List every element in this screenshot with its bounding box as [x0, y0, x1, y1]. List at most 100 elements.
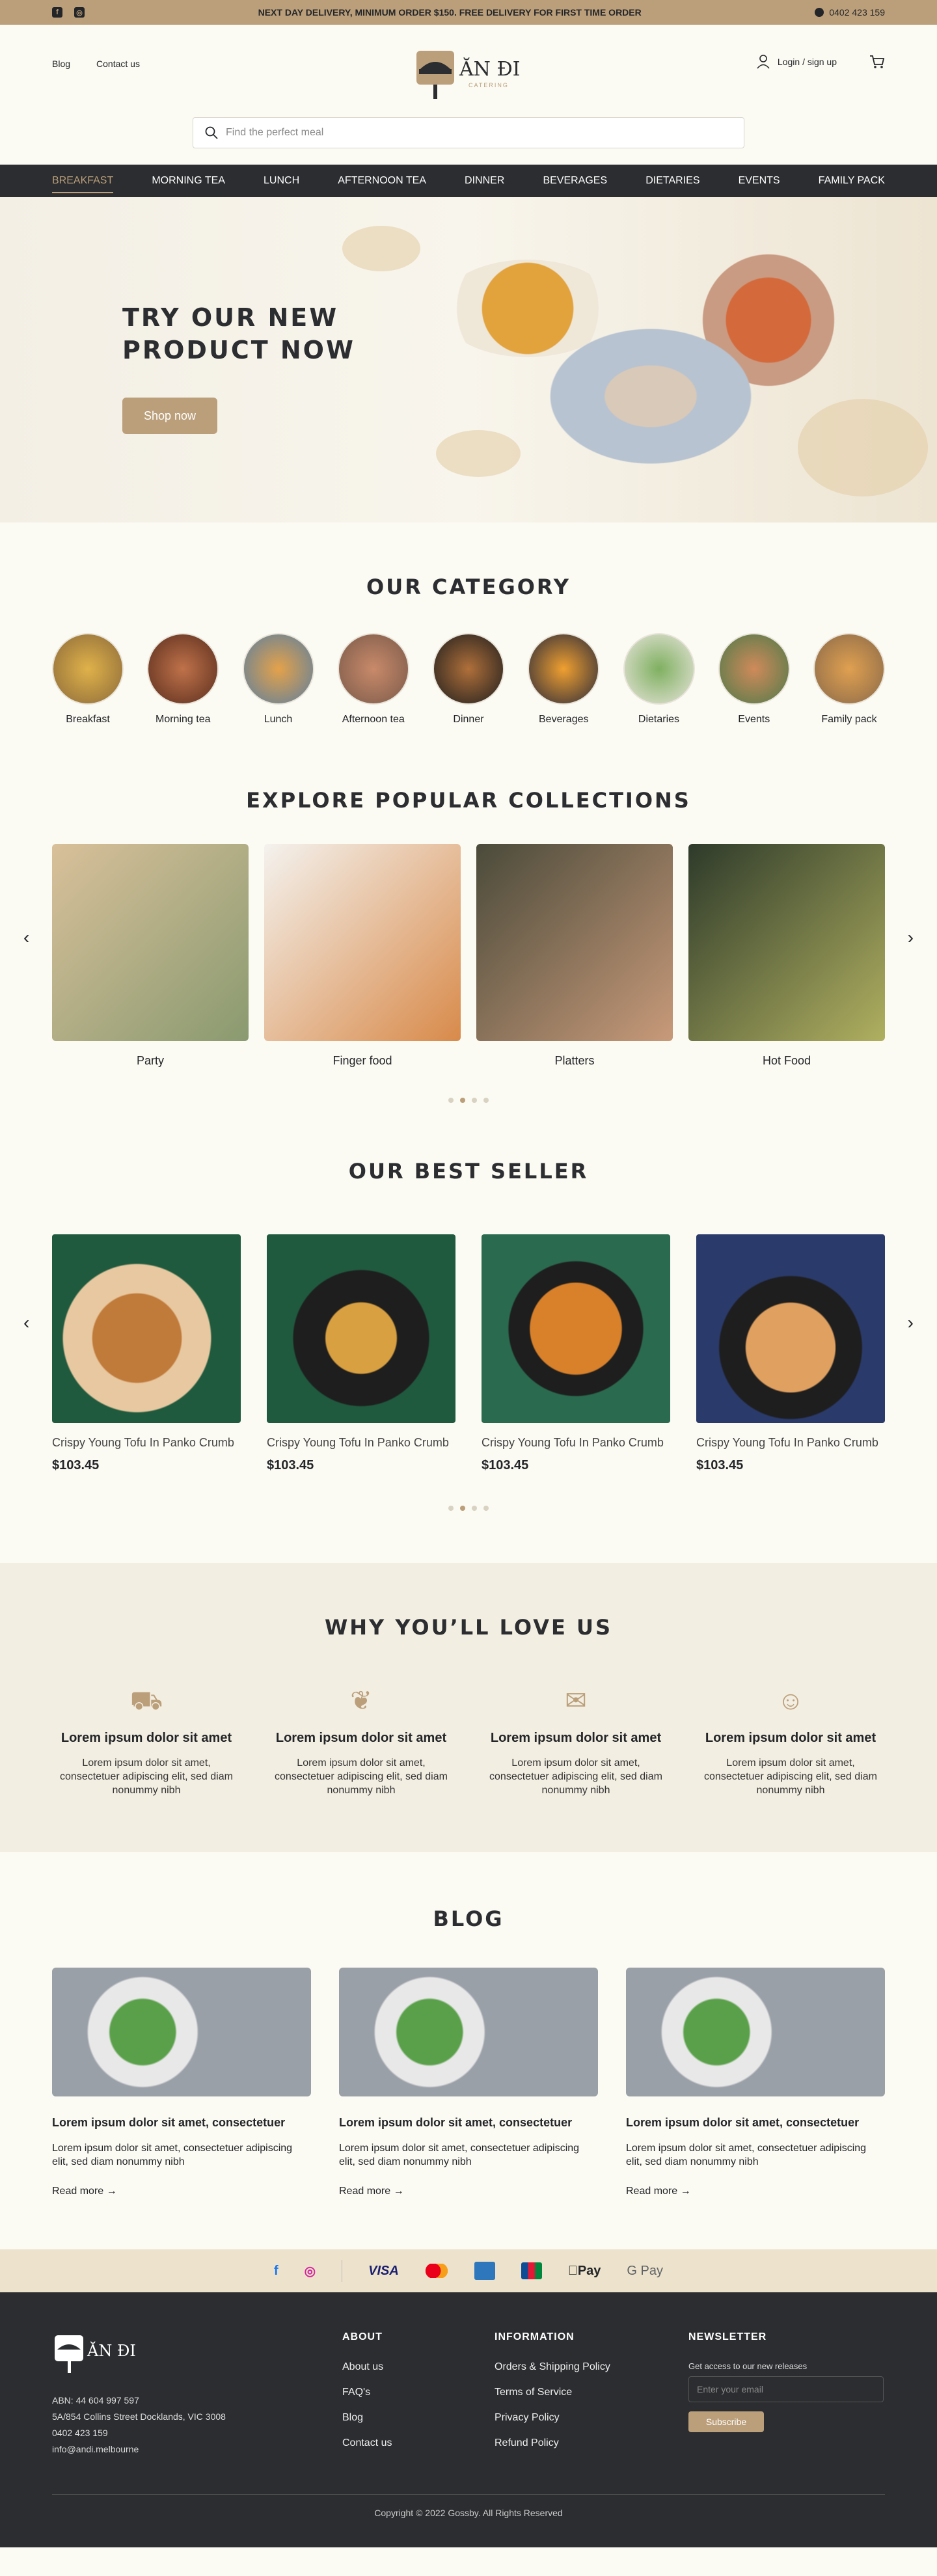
contact-link[interactable]: Contact us	[96, 59, 140, 69]
blog-card[interactable]: Lorem ipsum dolor sit amet, consectetuer…	[339, 1968, 598, 2197]
instagram-icon[interactable]: ◎	[74, 7, 85, 18]
facebook-icon[interactable]: f	[52, 7, 62, 18]
category-label: Family pack	[821, 714, 877, 725]
bestseller-next-arrow[interactable]: ›	[908, 1312, 914, 1333]
page-dot[interactable]	[472, 1506, 477, 1511]
hero-title: TRY OUR NEW PRODUCT NOW	[122, 303, 355, 364]
nav-family-pack[interactable]: FAMILY PACK	[819, 166, 885, 196]
nav-events[interactable]: EVENTS	[739, 166, 780, 196]
site-footer: ĂN ĐI ABN: 44 604 997 597 5A/854 Collins…	[0, 2292, 937, 2547]
product-image	[482, 1234, 670, 1423]
category-dietaries[interactable]: Dietaries	[623, 633, 695, 725]
shop-now-button[interactable]: Shop now	[122, 398, 217, 434]
payment-band: f ◎ VISA Pay G Pay	[0, 2249, 937, 2292]
footer-link[interactable]: Refund Policy	[495, 2437, 610, 2449]
site-logo[interactable]: ĂN ĐI CATERING	[411, 43, 526, 105]
facebook-icon[interactable]: f	[274, 2264, 278, 2279]
category-label: Morning tea	[156, 714, 211, 725]
cart-icon[interactable]	[869, 55, 885, 69]
search-bar[interactable]: Find the perfect meal	[193, 117, 744, 148]
category-lunch[interactable]: Lunch	[242, 633, 314, 725]
product-image	[267, 1234, 455, 1423]
feature-text: Lorem ipsum dolor sit amet, consectetuer…	[704, 1757, 877, 1796]
nav-breakfast[interactable]: BREAKFAST	[52, 166, 114, 196]
cloud-decoration	[436, 430, 521, 477]
category-section: OUR CATEGORY Breakfast Morning tea Lunch…	[0, 522, 937, 725]
footer-email[interactable]: info@andi.melbourne	[52, 2441, 226, 2458]
nav-afternoon-tea[interactable]: AFTERNOON TEA	[338, 166, 426, 196]
page-dot[interactable]	[448, 1506, 454, 1511]
newsletter-email-input[interactable]: Enter your email	[688, 2376, 884, 2402]
product-name: Crispy Young Tofu In Panko Crumb	[482, 1436, 664, 1449]
category-image	[147, 633, 219, 705]
collection-card[interactable]: Finger food	[264, 844, 461, 1068]
feature-text: Lorem ipsum dolor sit amet, consectetuer…	[275, 1757, 448, 1796]
subscribe-button[interactable]: Subscribe	[688, 2411, 764, 2432]
bestseller-prev-arrow[interactable]: ‹	[23, 1312, 29, 1333]
product-name: Crispy Young Tofu In Panko Crumb	[52, 1436, 234, 1449]
read-more-link[interactable]: Read more →	[52, 2186, 311, 2197]
footer-link[interactable]: Orders & Shipping Policy	[495, 2361, 610, 2373]
product-card[interactable]: Crispy Young Tofu In Panko Crumb $103.45	[482, 1234, 670, 1473]
blog-title: BLOG	[433, 1906, 504, 1931]
search-placeholder: Find the perfect meal	[226, 127, 324, 138]
read-more-link[interactable]: Read more →	[626, 2186, 885, 2197]
page-dot-active[interactable]	[460, 1506, 465, 1511]
product-image	[696, 1234, 885, 1423]
page-dot[interactable]	[483, 1506, 489, 1511]
footer-link[interactable]: Privacy Policy	[495, 2412, 610, 2424]
collection-card[interactable]: Party	[52, 844, 249, 1068]
category-label: Beverages	[539, 714, 589, 725]
category-beverages[interactable]: Beverages	[528, 633, 600, 725]
footer-link[interactable]: Terms of Service	[495, 2387, 610, 2398]
why-section: WHY YOU’LL LOVE US ⛟ Lorem ipsum dolor si…	[0, 1563, 937, 1852]
footer-heading: INFORMATION	[495, 2331, 575, 2342]
footer-link[interactable]: Blog	[342, 2412, 392, 2424]
nav-dinner[interactable]: DINNER	[465, 166, 504, 196]
category-breakfast[interactable]: Breakfast	[52, 633, 124, 725]
footer-heading: ABOUT	[342, 2331, 383, 2342]
collections-title: EXPLORE POPULAR COLLECTIONS	[246, 788, 691, 813]
bestseller-title: OUR BEST SELLER	[348, 1159, 589, 1184]
collections-next-arrow[interactable]: ›	[908, 927, 914, 948]
category-image	[52, 633, 124, 705]
read-more-link[interactable]: Read more →	[339, 2186, 598, 2197]
page-dot[interactable]	[448, 1098, 454, 1103]
product-price: $103.45	[267, 1458, 314, 1472]
footer-logo[interactable]: ĂN ĐI	[52, 2331, 143, 2380]
nav-lunch[interactable]: LUNCH	[264, 166, 299, 196]
product-card[interactable]: Crispy Young Tofu In Panko Crumb $103.45	[696, 1234, 885, 1473]
footer-heading: NEWSLETTER	[688, 2331, 767, 2342]
blog-card[interactable]: Lorem ipsum dolor sit amet, consectetuer…	[52, 1968, 311, 2197]
collections-prev-arrow[interactable]: ‹	[23, 927, 29, 948]
footer-link[interactable]: FAQ's	[342, 2387, 392, 2398]
collection-label: Party	[136, 1054, 164, 1067]
product-card[interactable]: Crispy Young Tofu In Panko Crumb $103.45	[52, 1234, 241, 1473]
arrow-right-icon: →	[680, 2186, 691, 2197]
footer-link[interactable]: Contact us	[342, 2437, 392, 2449]
blog-link[interactable]: Blog	[52, 59, 70, 69]
footer-link[interactable]: About us	[342, 2361, 392, 2373]
instagram-icon[interactable]: ◎	[305, 2263, 316, 2279]
product-card[interactable]: Crispy Young Tofu In Panko Crumb $103.45	[267, 1234, 455, 1473]
nav-dietaries[interactable]: DIETARIES	[645, 166, 699, 196]
bestseller-pagination	[0, 1506, 937, 1511]
topbar-phone[interactable]: 0402 423 159	[815, 7, 885, 18]
collection-card[interactable]: Hot Food	[688, 844, 885, 1068]
category-morning-tea[interactable]: Morning tea	[147, 633, 219, 725]
page-dot[interactable]	[483, 1098, 489, 1103]
category-family-pack[interactable]: Family pack	[813, 633, 885, 725]
nav-beverages[interactable]: BEVERAGES	[543, 166, 607, 196]
login-link[interactable]: Login / sign up	[757, 55, 837, 69]
nav-morning-tea[interactable]: MORNING TEA	[152, 166, 225, 196]
page-dot[interactable]	[472, 1098, 477, 1103]
collection-image	[52, 844, 249, 1041]
category-dinner[interactable]: Dinner	[433, 633, 504, 725]
collection-card[interactable]: Platters	[476, 844, 673, 1068]
blog-card[interactable]: Lorem ipsum dolor sit amet, consectetuer…	[626, 1968, 885, 2197]
category-label: Dietaries	[638, 714, 680, 725]
page-dot-active[interactable]	[460, 1098, 465, 1103]
category-afternoon-tea[interactable]: Afternoon tea	[337, 633, 409, 725]
category-events[interactable]: Events	[718, 633, 790, 725]
footer-phone[interactable]: 0402 423 159	[52, 2425, 226, 2441]
